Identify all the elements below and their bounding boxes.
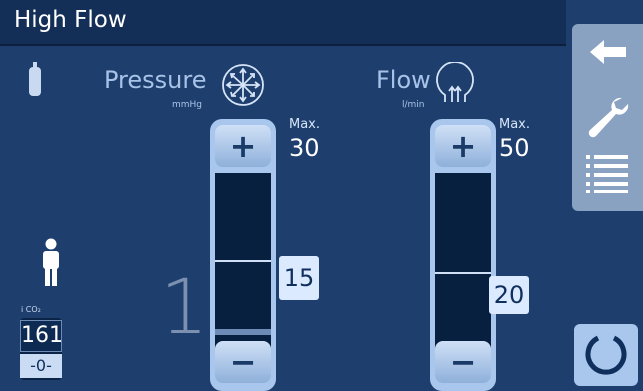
pressure-increase-button[interactable]: + xyxy=(215,125,271,167)
flow-slider-track xyxy=(435,173,491,349)
pressure-gauge-icon xyxy=(220,62,266,112)
title-bar: High Flow xyxy=(0,0,566,44)
flow-increase-button[interactable]: + xyxy=(435,125,491,167)
wrench-icon[interactable] xyxy=(584,94,630,144)
page-title: High Flow xyxy=(14,7,127,33)
pressure-slider[interactable]: + − xyxy=(210,119,276,391)
flow-label: Flow xyxy=(376,66,431,94)
flow-max-label: Max. xyxy=(499,117,531,132)
patient-icon xyxy=(40,238,62,290)
pressure-unit: mmHg xyxy=(172,100,203,110)
title-divider xyxy=(0,44,566,46)
pressure-set-value[interactable]: 15 xyxy=(279,256,319,300)
flow-max-value: 50 xyxy=(499,134,530,162)
power-icon xyxy=(585,335,627,375)
co2-label: i CO₂ xyxy=(21,305,41,314)
flow-level-line xyxy=(435,272,491,274)
menu-list-icon[interactable] xyxy=(586,154,628,198)
pressure-max-label: Max. xyxy=(289,117,321,132)
flow-unit: l/min xyxy=(402,100,425,110)
pressure-level-line xyxy=(215,260,271,262)
back-arrow-icon[interactable] xyxy=(588,38,628,70)
flow-set-value[interactable]: 20 xyxy=(489,276,529,314)
co2-value: 161 xyxy=(20,320,63,352)
oxygen-bottle-icon xyxy=(28,62,42,100)
side-menu-panel xyxy=(572,24,643,211)
flow-slider[interactable]: + − xyxy=(430,119,496,391)
flow-decrease-button[interactable]: − xyxy=(435,341,491,383)
power-button[interactable] xyxy=(574,324,638,386)
mode-number: 1 xyxy=(160,262,209,351)
pressure-label: Pressure xyxy=(104,66,207,94)
pressure-min-band xyxy=(215,329,271,335)
flow-bulb-icon xyxy=(432,61,478,112)
co2-widget[interactable]: 161 -0- xyxy=(20,318,63,380)
pressure-slider-track xyxy=(215,173,271,349)
pressure-decrease-button[interactable]: − xyxy=(215,341,271,383)
co2-sub: -0- xyxy=(20,354,62,378)
pressure-max-value: 30 xyxy=(289,134,320,162)
